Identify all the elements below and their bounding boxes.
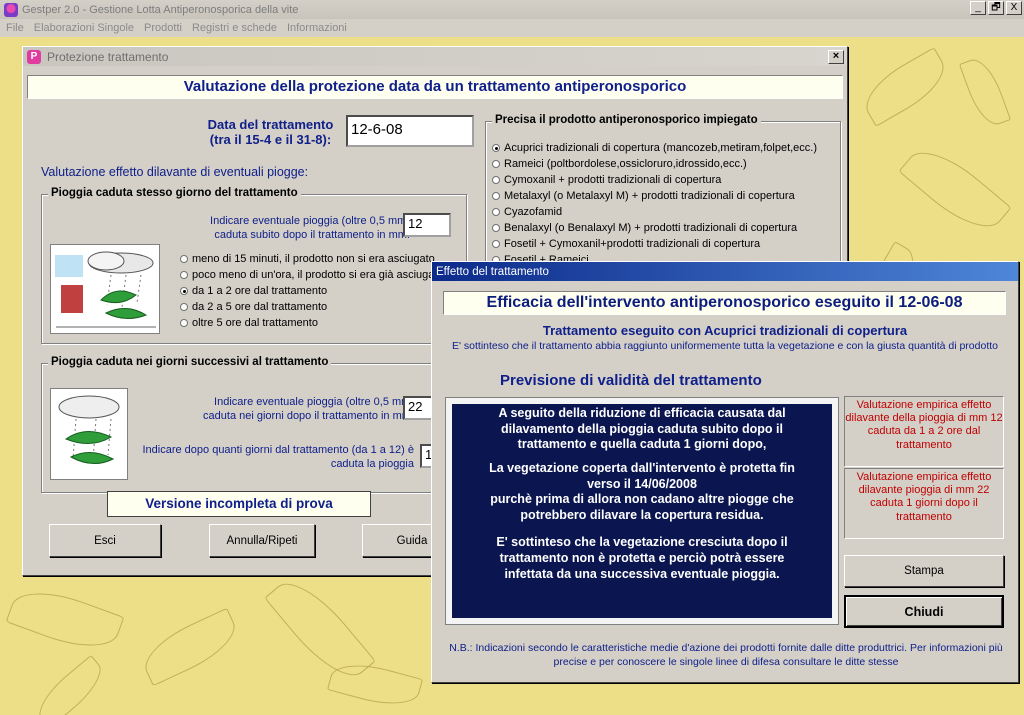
radio-icon [180, 271, 188, 279]
treatment-product-label: Trattamento eseguito con Acuprici tradiz… [542, 323, 908, 338]
radio-icon [180, 319, 188, 327]
eval-label: Valutazione effetto dilavante di eventua… [41, 165, 309, 179]
empirical-effect-same-day: Valutazione empirica effetto dilavante d… [844, 396, 1004, 467]
later-rain-group: Pioggia caduta nei giorni successivi al … [41, 356, 467, 493]
radio-icon [492, 160, 500, 168]
product-option-metalaxyl[interactable]: Metalaxyl (o Metalaxyl M) + prodotti tra… [492, 190, 795, 202]
app-title-bar: Gestper 2.0 - Gestione Lotta Antiperonos… [0, 0, 1024, 19]
menu-file[interactable]: File [6, 22, 24, 34]
chiudi-button[interactable]: Chiudi [844, 595, 1004, 628]
version-label: Versione incompleta di prova [107, 491, 371, 517]
restore-button[interactable]: 🗗 [988, 1, 1004, 15]
dialog-title-bar: P Protezione trattamento [23, 47, 847, 66]
rain-time-option-2[interactable]: poco meno di un'ora, il prodotto si era … [180, 269, 444, 281]
effetto-banner: Efficacia dell'intervento antiperonospor… [443, 291, 1006, 315]
rain-time-option-3[interactable]: da 1 a 2 ore dal trattamento [180, 285, 327, 297]
result-line: dilavamento della pioggia caduta subito … [501, 421, 783, 436]
page-title: Valutazione della protezione data da un … [27, 75, 843, 99]
close-app-button[interactable]: X [1006, 1, 1022, 15]
dialog-app-icon: P [27, 49, 41, 64]
result-panel: A seguito della riduzione di efficacia c… [445, 397, 839, 625]
result-line: A seguito della riduzione di efficacia c… [498, 406, 786, 420]
result-line: verso il 14/06/2008 [587, 476, 697, 491]
validity-heading: Previsione di validità del trattamento [500, 372, 762, 389]
product-group: Precisa il prodotto antiperonosporico im… [485, 114, 841, 271]
rain-time-option-5[interactable]: oltre 5 ore dal trattamento [180, 317, 318, 329]
dialog-title: Protezione trattamento [47, 49, 169, 64]
result-line: La vegetazione coperta dall'intervento è… [489, 460, 795, 475]
rain-time-option-1[interactable]: meno di 15 minuti, il prodotto non si er… [180, 253, 435, 265]
result-spacer [452, 453, 832, 461]
effetto-title: Effetto del trattamento [436, 265, 549, 278]
same-day-rain-group: Pioggia caduta stesso giorno del trattam… [41, 187, 467, 344]
group-legend: Pioggia caduta nei giorni successivi al … [48, 356, 332, 368]
footnote: N.B.: Indicazioni secondo le caratterist… [449, 642, 1003, 668]
menu-bar: File Elaborazioni Singole Prodotti Regis… [0, 19, 1024, 37]
radio-icon [180, 255, 188, 263]
days-label: Indicare dopo quanti giorni dal trattame… [142, 444, 414, 470]
radio-icon [180, 287, 188, 295]
minimize-button[interactable]: _ [970, 1, 986, 15]
radio-icon [492, 176, 500, 184]
radio-icon [492, 192, 500, 200]
rain-vine-image-2 [50, 388, 128, 480]
app-logo-icon [4, 2, 18, 17]
rain-label: Indicare eventuale pioggia (oltre 0,5 mm… [210, 215, 410, 241]
dialog-close-button[interactable]: × [828, 50, 844, 64]
product-option-acuprici[interactable]: Acuprici tradizionali di copertura (manc… [492, 142, 817, 154]
result-line: trattamento non è protetta e perciò potr… [499, 551, 785, 565]
menu-registri[interactable]: Registri e schede [192, 22, 277, 34]
result-line: E' sottinteso che la vegetazione cresciu… [496, 535, 788, 550]
radio-icon [492, 224, 500, 232]
date-input[interactable]: 12-6-08 [346, 115, 474, 147]
effetto-title-bar: Effetto del trattamento [432, 262, 1018, 281]
annulla-ripeti-button[interactable]: Annulla/Ripeti [209, 524, 315, 557]
same-day-rain-input[interactable]: 12 [403, 213, 451, 237]
radio-icon [180, 303, 188, 311]
result-spacer [452, 523, 832, 535]
result-line: purchè prima di allora non cadano altre … [490, 492, 794, 507]
menu-elaborazioni[interactable]: Elaborazioni Singole [34, 22, 134, 34]
product-option-cyazofamid[interactable]: Cyazofamid [492, 206, 562, 218]
radio-icon [492, 240, 500, 248]
later-rain-label: Indicare eventuale pioggia (oltre 0,5 mm… [203, 396, 414, 422]
result-line: trattamento e quella caduta 1 giorni dop… [517, 437, 767, 452]
stampa-button[interactable]: Stampa [844, 555, 1004, 587]
rain-time-option-4[interactable]: da 2 a 5 ore dal trattamento [180, 301, 327, 313]
radio-icon [492, 144, 500, 152]
product-option-rameici[interactable]: Rameici (poltbordolese,ossicloruro,idros… [492, 158, 747, 170]
result-line: potrebbero dilavare la copertura residua… [520, 507, 764, 522]
treatment-note: E' sottinteso che il trattamento abbia r… [451, 340, 998, 352]
product-option-fosetil-cymoxanil[interactable]: Fosetil + Cymoxanil+prodotti tradizional… [492, 238, 760, 250]
menu-informazioni[interactable]: Informazioni [287, 22, 347, 34]
menu-prodotti[interactable]: Prodotti [144, 22, 182, 34]
date-label: Data del trattamento (tra il 15-4 e il 3… [207, 117, 334, 147]
app-title: Gestper 2.0 - Gestione Lotta Antiperonos… [22, 3, 299, 16]
radio-icon [492, 208, 500, 216]
product-option-cymoxanil[interactable]: Cymoxanil + prodotti tradizionali di cop… [492, 174, 721, 186]
effetto-dialog: Effetto del trattamento Efficacia dell'i… [431, 261, 1019, 683]
result-line: infettata da una successiva eventuale pi… [504, 566, 780, 581]
empirical-effect-later: Valutazione empirica effetto dilavante p… [844, 468, 1004, 539]
rain-vine-image [50, 244, 160, 334]
esci-button[interactable]: Esci [49, 524, 161, 557]
product-option-benalaxyl[interactable]: Benalaxyl (o Benalaxyl M) + prodotti tra… [492, 222, 797, 234]
group-legend: Precisa il prodotto antiperonosporico im… [492, 114, 761, 126]
group-legend: Pioggia caduta stesso giorno del trattam… [48, 187, 301, 199]
